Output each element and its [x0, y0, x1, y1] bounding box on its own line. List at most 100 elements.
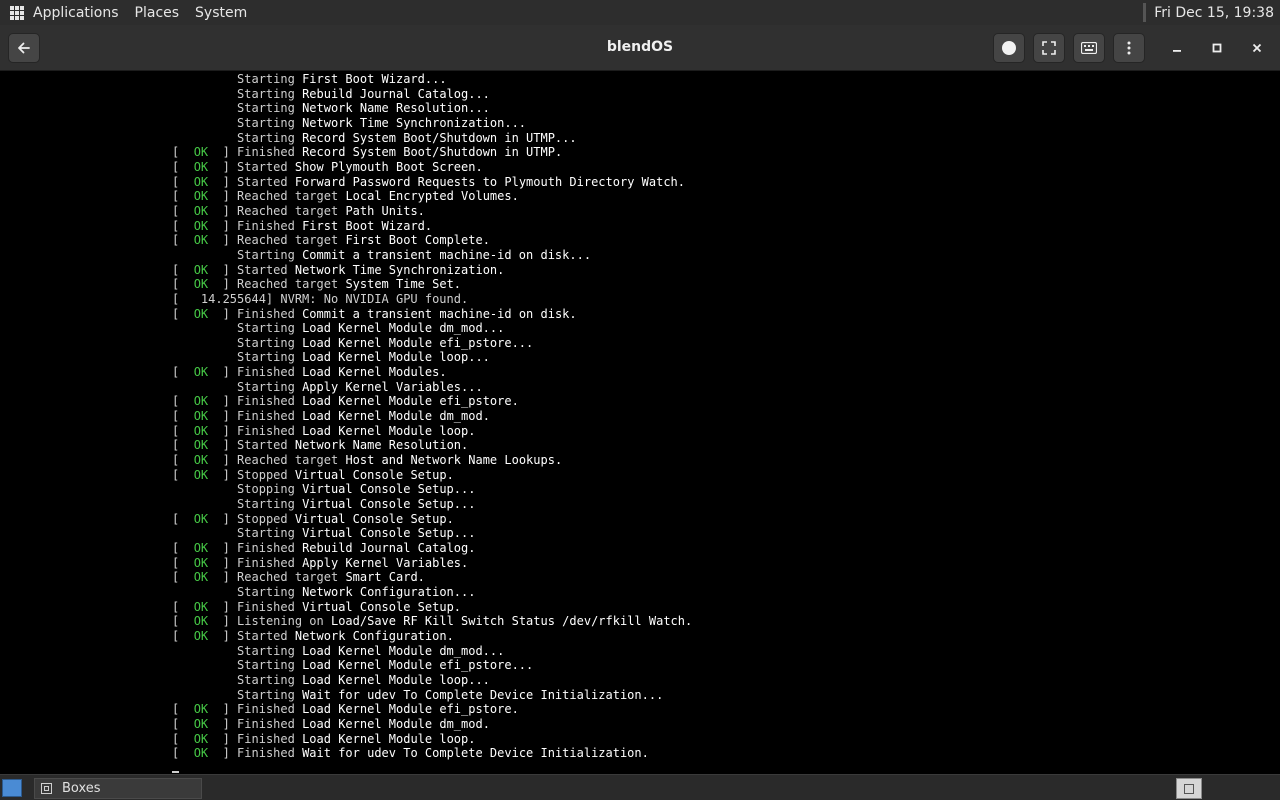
ok-status: OK	[193, 511, 209, 526]
status-tag: [ OK ]	[172, 365, 238, 380]
log-unit: Load Kernel Module loop.	[302, 423, 476, 438]
log-verb: Starting	[237, 672, 295, 687]
ok-status: OK	[193, 599, 209, 614]
log-line: Starting Commit a transient machine-id o…	[172, 248, 692, 263]
ok-status: OK	[193, 306, 209, 321]
ok-status: OK	[193, 614, 209, 629]
log-line: [ OK ] Finished Virtual Console Setup.	[172, 600, 692, 615]
log-line: Starting Load Kernel Module efi_pstore..…	[172, 336, 692, 351]
menu-button[interactable]	[1113, 33, 1145, 63]
status-tag: [ OK ]	[172, 628, 238, 643]
status-tag	[172, 321, 237, 335]
log-line: [ OK ] Finished First Boot Wizard.	[172, 219, 692, 234]
log-verb: Finished	[237, 365, 295, 380]
log-unit: Load Kernel Module dm_mod.	[302, 716, 490, 731]
workspace-icon[interactable]	[1176, 778, 1202, 799]
status-tag: [ OK ]	[172, 570, 238, 585]
applications-grid-icon[interactable]	[10, 5, 24, 20]
clock[interactable]: Fri Dec 15, 19:38	[1154, 5, 1274, 21]
log-verb: Finished	[237, 702, 295, 717]
record-button[interactable]	[993, 33, 1025, 63]
log-unit: Load Kernel Module loop.	[302, 731, 476, 746]
status-tag: [ OK ]	[172, 174, 238, 189]
status-tag	[172, 350, 237, 364]
log-verb: Started	[237, 159, 288, 174]
log-verb: Finished	[237, 145, 295, 160]
log-verb: Reached target	[237, 277, 339, 292]
log-verb: Starting	[237, 526, 295, 541]
fullscreen-button[interactable]	[1033, 33, 1065, 63]
status-tag	[172, 673, 237, 687]
ok-status: OK	[193, 218, 209, 233]
fullscreen-icon	[1042, 41, 1056, 55]
status-tag: [ OK ]	[172, 218, 238, 233]
ok-status: OK	[193, 409, 209, 424]
log-line: [ OK ] Finished Load Kernel Module dm_mo…	[172, 717, 692, 732]
log-line: Starting Load Kernel Module dm_mod...	[172, 644, 692, 659]
log-line: [ OK ] Reached target Smart Card.	[172, 570, 692, 585]
log-unit: First Boot Complete.	[345, 233, 490, 248]
log-unit: Virtual Console Setup.	[294, 511, 454, 526]
vertical-dots-icon	[1127, 41, 1131, 55]
log-line: [ OK ] Reached target Host and Network N…	[172, 453, 692, 468]
status-tag: [ OK ]	[172, 702, 238, 717]
menu-system[interactable]: System	[195, 5, 247, 21]
status-tag	[172, 248, 237, 262]
log-verb: Starting	[237, 72, 295, 86]
vm-console[interactable]: Starting First Boot Wizard... Starting R…	[0, 71, 1280, 774]
log-verb: Starting	[237, 643, 295, 658]
log-line: [ OK ] Finished Rebuild Journal Catalog.	[172, 541, 692, 556]
taskbar-item-boxes[interactable]: Boxes	[34, 778, 202, 799]
log-verb: Finished	[237, 599, 295, 614]
back-button[interactable]	[8, 33, 40, 63]
ok-status: OK	[193, 541, 209, 555]
menu-places[interactable]: Places	[135, 5, 180, 21]
show-desktop-icon[interactable]	[2, 779, 22, 797]
status-tag	[172, 658, 237, 672]
log-verb: Stopped	[237, 511, 288, 526]
log-line: [ OK ] Started Network Time Synchronizat…	[172, 263, 692, 278]
log-unit: Load Kernel Module dm_mod...	[302, 643, 505, 658]
status-tag: [ OK ]	[172, 233, 238, 248]
close-button[interactable]	[1241, 33, 1273, 63]
status-tag: [ OK ]	[172, 716, 238, 731]
log-unit: Virtual Console Setup.	[294, 467, 454, 482]
minimize-button[interactable]	[1161, 33, 1193, 63]
window-titlebar: blendOS	[0, 25, 1280, 71]
menu-applications[interactable]: Applications	[33, 5, 119, 21]
status-tag	[172, 87, 237, 101]
log-verb: Starting	[237, 115, 295, 130]
status-tag: [ OK ]	[172, 189, 238, 204]
log-line: Stopping Virtual Console Setup...	[172, 482, 692, 497]
log-verb: Starting	[237, 335, 295, 350]
log-verb: Starting	[237, 584, 295, 599]
log-unit: First Boot Wizard...	[302, 72, 447, 86]
text-cursor	[172, 771, 179, 773]
status-tag: [ OK ]	[172, 467, 238, 482]
ok-status: OK	[193, 394, 209, 409]
log-verb: Finished	[237, 218, 295, 233]
log-verb: Finished	[237, 746, 295, 761]
minimize-icon	[1173, 50, 1181, 52]
ok-status: OK	[193, 453, 209, 468]
log-line: Starting Wait for udev To Complete Devic…	[172, 688, 692, 703]
ok-status: OK	[193, 203, 209, 218]
log-verb: Started	[237, 174, 288, 189]
log-verb: Reached target	[237, 570, 339, 585]
status-tag: [ OK ]	[172, 262, 238, 277]
status-tag	[172, 72, 237, 86]
log-unit: Wait for udev To Complete Device Initial…	[302, 687, 664, 702]
keyboard-button[interactable]	[1073, 33, 1105, 63]
ok-status: OK	[193, 365, 209, 380]
log-unit: Load Kernel Modules.	[302, 365, 447, 380]
log-line: Starting Network Configuration...	[172, 585, 692, 600]
log-unit: Network Name Resolution...	[302, 101, 490, 116]
log-unit: Network Name Resolution.	[294, 438, 469, 453]
status-tag: [ OK ]	[172, 453, 238, 468]
log-verb: Stopped	[237, 467, 288, 482]
status-tag	[172, 336, 237, 350]
maximize-button[interactable]	[1201, 33, 1233, 63]
log-unit: Load/Save RF Kill Switch Status /dev/rfk…	[330, 614, 693, 629]
log-verb: Finished	[237, 394, 295, 409]
log-verb: Started	[237, 438, 288, 453]
